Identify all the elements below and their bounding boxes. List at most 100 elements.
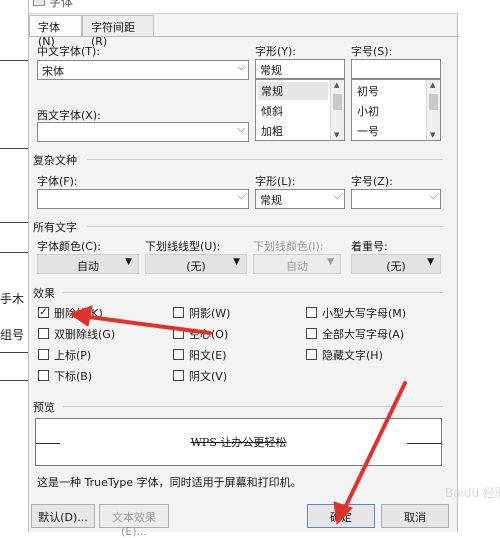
cancel-button[interactable]: 取消 xyxy=(381,504,449,528)
dropdown-arrow-icon: ▼ xyxy=(327,257,334,267)
subscript-checkbox[interactable] xyxy=(38,370,49,381)
chinese-font-label: 中文字体(T): xyxy=(37,45,101,58)
scrollbar[interactable]: ▲ ▼ xyxy=(330,80,344,140)
chevron-down-icon: ⌵ xyxy=(429,191,437,202)
dropdown-arrow-icon: ▼ xyxy=(427,257,434,267)
double-strikethrough-label[interactable]: 双删除线(G) xyxy=(54,326,115,342)
font-style-value: 常规 xyxy=(260,64,282,77)
section-divider xyxy=(63,406,443,407)
hollow-checkbox[interactable] xyxy=(173,328,184,339)
preview-box: WPS 让办公更轻松 xyxy=(35,418,442,466)
chevron-down-icon: ⌵ xyxy=(237,191,245,202)
scroll-down-icon[interactable]: ▼ xyxy=(334,131,339,139)
complex-font-label: 字体(F): xyxy=(37,175,78,188)
complex-font-select[interactable]: ⌵ xyxy=(37,189,249,209)
doc-line xyxy=(0,380,28,381)
scroll-thumb[interactable] xyxy=(333,94,342,110)
small-caps-label[interactable]: 小型大写字母(M) xyxy=(322,305,406,321)
list-item[interactable]: 初号 xyxy=(354,82,382,100)
font-style-list[interactable]: 常规 倾斜 加粗 ▲ ▼ xyxy=(255,79,345,141)
emboss-checkbox[interactable] xyxy=(173,349,184,360)
section-divider xyxy=(87,159,443,160)
chinese-font-select[interactable]: 宋体 ⌵ xyxy=(37,60,249,80)
hidden-text-label[interactable]: 隐藏文字(H) xyxy=(322,347,383,363)
underline-style-value: (无) xyxy=(186,260,206,273)
scrollbar[interactable]: ▲ ▼ xyxy=(426,80,440,140)
preview-sample-text: WPS 让办公更轻松 xyxy=(190,436,287,449)
hidden-text-checkbox[interactable] xyxy=(306,349,317,360)
doc-line xyxy=(0,148,28,149)
complex-style-label: 字形(L): xyxy=(255,175,296,188)
scroll-thumb[interactable] xyxy=(429,94,438,110)
font-size-list[interactable]: 初号 小初 一号 ▲ ▼ xyxy=(351,79,441,141)
doc-text-fragment: 组号 xyxy=(0,328,25,342)
all-caps-label[interactable]: 全部大写字母(A) xyxy=(322,326,404,342)
font-style-label: 字形(Y): xyxy=(255,45,297,58)
doc-line xyxy=(0,252,28,253)
shadow-checkbox[interactable] xyxy=(173,307,184,318)
font-size-input[interactable] xyxy=(351,59,441,79)
tab-character-spacing[interactable]: 字符间距(R) xyxy=(82,15,154,48)
text-effect-button: 文本效果(E)... xyxy=(99,504,169,538)
dialog-title: 字体 xyxy=(49,0,74,9)
engrave-label[interactable]: 阴文(V) xyxy=(189,368,227,384)
strikethrough-checkbox[interactable]: ✓ xyxy=(38,307,49,318)
complex-size-label: 字号(Z): xyxy=(351,175,393,188)
underline-color-label: 下划线颜色(I): xyxy=(253,240,324,253)
emphasis-mark-dropdown[interactable]: (无) ▼ xyxy=(351,254,441,274)
all-caps-checkbox[interactable] xyxy=(306,328,317,339)
emboss-label[interactable]: 阳文(E) xyxy=(189,347,227,363)
font-color-label: 字体颜色(C): xyxy=(37,240,101,253)
doc-line xyxy=(0,222,28,223)
font-color-dropdown[interactable]: 自动 ▼ xyxy=(37,254,139,274)
subscript-label[interactable]: 下标(B) xyxy=(54,368,92,384)
section-complex-script: 复杂文种 xyxy=(33,154,77,167)
list-item[interactable]: 一号 xyxy=(354,122,382,140)
shadow-label[interactable]: 阴影(W) xyxy=(189,305,230,321)
chevron-down-icon: ⌵ xyxy=(333,191,341,202)
doc-line xyxy=(0,60,28,61)
chevron-down-icon: ⌵ xyxy=(237,62,245,73)
western-font-select[interactable]: ⌵ xyxy=(37,122,249,142)
hollow-label[interactable]: 空心(O) xyxy=(189,326,228,342)
dropdown-arrow-icon: ▼ xyxy=(233,257,240,267)
list-item[interactable]: 倾斜 xyxy=(258,102,286,120)
list-item[interactable]: 常规 xyxy=(258,82,328,100)
engrave-checkbox[interactable] xyxy=(173,370,184,381)
underline-color-dropdown: 自动 ▼ xyxy=(253,254,341,274)
dropdown-arrow-icon: ▼ xyxy=(125,257,132,267)
tab-font[interactable]: 字体(N) xyxy=(29,15,82,48)
preview-note: 这是一种 TrueType 字体，同时适用于屏幕和打印机。 xyxy=(37,476,302,489)
font-dialog: 字体 字体(N) 字符间距(R) 中文字体(T): 宋体 ⌵ 西文字体(X): … xyxy=(28,0,459,538)
underline-style-dropdown[interactable]: (无) ▼ xyxy=(145,254,247,274)
scroll-up-icon[interactable]: ▲ xyxy=(430,81,435,89)
list-item[interactable]: 加粗 xyxy=(258,122,286,140)
strikethrough-label[interactable]: 删除线(K) xyxy=(54,305,103,321)
superscript-label[interactable]: 上标(P) xyxy=(54,347,91,363)
underline-color-value: 自动 xyxy=(286,260,308,273)
default-button[interactable]: 默认(D)... xyxy=(31,504,95,528)
font-style-input[interactable]: 常规 xyxy=(255,59,345,79)
section-all-text: 所有文字 xyxy=(33,221,77,234)
doc-line xyxy=(0,352,28,353)
tab-divider xyxy=(29,36,459,37)
complex-size-select[interactable]: ⌵ xyxy=(351,189,441,209)
scroll-down-icon[interactable]: ▼ xyxy=(430,131,435,139)
complex-style-value: 常规 xyxy=(260,194,282,207)
section-divider xyxy=(63,292,443,293)
emphasis-mark-value: (无) xyxy=(386,260,406,273)
complex-style-select[interactable]: 常规 ⌵ xyxy=(255,189,345,209)
section-divider xyxy=(87,226,443,227)
superscript-checkbox[interactable] xyxy=(38,349,49,360)
ok-button[interactable]: 确定 xyxy=(307,504,375,528)
small-caps-checkbox[interactable] xyxy=(306,307,317,318)
underline-style-label: 下划线线型(U): xyxy=(145,240,221,253)
list-item[interactable]: 小初 xyxy=(354,102,382,120)
chinese-font-value: 宋体 xyxy=(42,65,64,78)
emphasis-mark-label: 着重号: xyxy=(351,240,388,253)
font-color-value: 自动 xyxy=(77,260,99,273)
double-strikethrough-checkbox[interactable] xyxy=(38,328,49,339)
dialog-titlebar: 字体 xyxy=(29,0,459,14)
scroll-up-icon[interactable]: ▲ xyxy=(334,81,339,89)
font-size-label: 字号(S): xyxy=(351,45,393,58)
